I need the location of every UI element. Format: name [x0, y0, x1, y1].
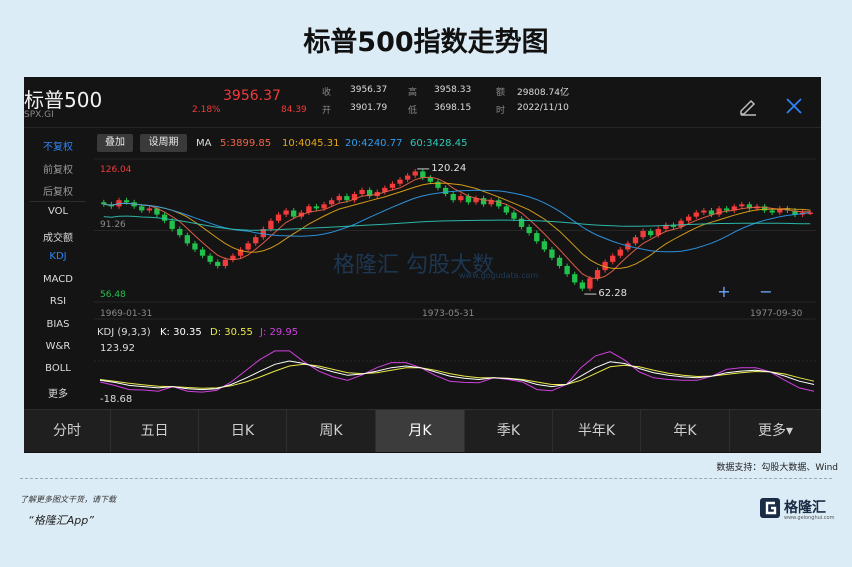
kdj-j-line — [99, 350, 815, 393]
candle-body — [632, 237, 639, 244]
candle-body — [412, 171, 418, 176]
kdj-y-top-label: 123.92 — [100, 343, 135, 354]
candle-body — [199, 249, 206, 256]
page-title: 标普500指数走势图 — [303, 27, 549, 58]
candle-body — [389, 183, 396, 188]
candle-body — [556, 257, 563, 266]
candle-body — [723, 208, 730, 211]
candle-body — [610, 255, 616, 262]
date-label: 1969-01-31 — [100, 309, 153, 319]
candle-body — [458, 196, 464, 201]
tab-daily-k[interactable]: 日K — [199, 410, 287, 452]
kdj-y-bottom-label: -18.68 — [100, 394, 133, 405]
tab-weekly-k[interactable]: 周K — [287, 410, 376, 452]
candle-body — [184, 235, 191, 244]
kdj-k-value: K: 30.35 — [160, 327, 202, 338]
candle-body — [268, 220, 274, 229]
tab-intraday[interactable]: 分时 — [24, 410, 111, 452]
candle-body — [207, 255, 213, 262]
tab-five-day[interactable]: 五日 — [111, 410, 199, 452]
y-axis-top-label: 126.04 — [100, 165, 132, 175]
candle-body — [123, 200, 130, 203]
candle-body — [572, 274, 578, 283]
candle-body — [716, 208, 722, 215]
candle-body — [222, 259, 228, 266]
candle-body — [442, 187, 449, 195]
candle-body — [321, 204, 327, 209]
footer-app-name: “格隆汇App” — [28, 514, 94, 527]
tab-half-year-k[interactable]: 半年K — [553, 410, 641, 452]
candlestick-chart[interactable] — [24, 77, 821, 409]
candle-body — [503, 206, 510, 213]
data-source: 数据支持：勾股大数据、Wind — [716, 463, 838, 473]
candle-body — [313, 206, 320, 209]
footer-promo: 了解更多图文干货，请下载 — [20, 495, 116, 504]
candle-body — [587, 278, 593, 289]
candle-body — [534, 233, 540, 242]
candle-body — [336, 196, 342, 201]
candle-body — [564, 265, 570, 275]
candle-body — [404, 175, 411, 180]
candle-body — [139, 206, 145, 211]
kdj-d-value: D: 30.55 — [210, 327, 253, 338]
candle-body — [329, 200, 335, 205]
candle-body — [215, 261, 221, 266]
candle-body — [579, 282, 585, 289]
candle-body — [450, 194, 456, 201]
zoom-in-button[interactable]: + — [714, 283, 734, 303]
candle-body — [594, 270, 601, 279]
candle-body — [739, 204, 745, 207]
logo-url: www.gelonghui.com — [784, 515, 835, 521]
tab-yearly-k[interactable]: 年K — [641, 410, 730, 452]
candle-body — [146, 208, 153, 211]
candle-body — [291, 210, 297, 217]
peak-label: 120.24 — [431, 162, 467, 174]
candle-body — [511, 212, 517, 219]
zoom-out-button[interactable]: − — [756, 283, 776, 303]
date-label: 1977-09-30 — [750, 309, 803, 319]
kdj-j-value: J: 29.95 — [260, 327, 299, 338]
candle-body — [617, 249, 623, 256]
candle-body — [253, 237, 259, 244]
footer-divider — [20, 478, 832, 479]
candle-body — [344, 196, 350, 201]
trough-label: 62.28 — [598, 288, 627, 300]
kdj-title: KDJ (9,3,3) — [97, 327, 151, 338]
candle-body — [283, 210, 289, 215]
candle-body — [640, 231, 646, 238]
candle-body — [480, 198, 487, 205]
candle-body — [769, 210, 775, 213]
y-axis-bottom-label: 56.48 — [100, 290, 126, 300]
candle-body — [245, 243, 251, 250]
y-axis-mid-label: 91.26 — [100, 220, 126, 230]
candle-body — [275, 214, 282, 221]
candle-body — [420, 171, 426, 178]
candle-body — [177, 228, 183, 236]
stock-app-window: 标普500 SPX.GI 3956.37 2.18% 84.39 收 3956.… — [24, 77, 821, 453]
tab-more[interactable]: 更多▾ — [730, 410, 821, 452]
candle-body — [435, 181, 441, 188]
candle-body — [549, 249, 555, 258]
candle-body — [359, 189, 365, 195]
candle-body — [427, 177, 434, 182]
logo-text: 格隆汇 — [784, 500, 826, 516]
candle-body — [686, 216, 692, 221]
candle-body — [161, 214, 168, 221]
candle-body — [693, 212, 699, 217]
candle-body — [701, 210, 707, 213]
candle-body — [192, 243, 198, 250]
tab-monthly-k[interactable]: 月K — [376, 410, 465, 452]
tab-quarterly-k[interactable]: 季K — [465, 410, 553, 452]
candle-body — [101, 202, 107, 205]
candle-body — [397, 179, 403, 184]
candle-body — [526, 226, 532, 234]
candle-body — [169, 220, 175, 229]
period-tabs: 分时 五日 日K 周K 月K 季K 半年K 年K 更多▾ — [24, 409, 821, 452]
candle-body — [541, 241, 548, 250]
candle-body — [648, 231, 654, 236]
date-label: 1973-05-31 — [422, 309, 475, 319]
